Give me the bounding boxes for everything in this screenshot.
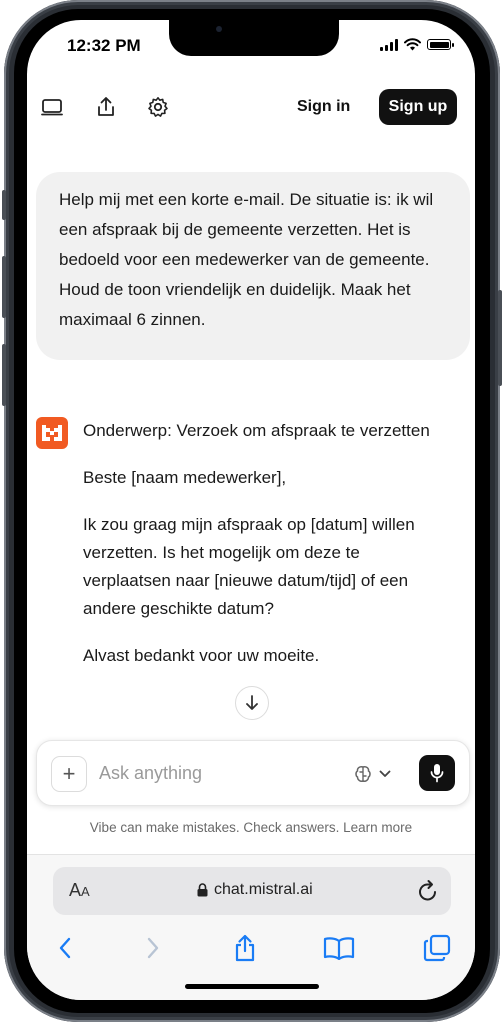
cellular-signal-icon xyxy=(380,38,398,51)
arrow-down-icon xyxy=(246,695,258,710)
assistant-paragraph: Onderwerp: Verzoek om afspraak te verzet… xyxy=(83,421,430,440)
bookmarks-button[interactable] xyxy=(323,933,355,963)
chat-input[interactable] xyxy=(99,761,339,785)
chevron-right-icon xyxy=(147,937,159,959)
aa-large: A xyxy=(69,880,82,900)
assistant-paragraph: Alvast bedankt voor uw moeite. xyxy=(83,646,320,665)
sidebar-icon[interactable] xyxy=(41,96,63,118)
reader-settings-button[interactable]: AA xyxy=(69,880,90,901)
phone-volume-up xyxy=(2,256,6,318)
add-attachment-button[interactable]: + xyxy=(51,756,87,792)
user-message: Help mij met een korte e-mail. De situat… xyxy=(36,172,470,360)
assistant-paragraph: Ik zou graag mijn afspraak op [datum] wi… xyxy=(83,515,415,618)
wifi-icon xyxy=(404,38,421,51)
address-bar[interactable]: AA chat.mistral.ai xyxy=(53,867,451,915)
composer: + xyxy=(36,740,470,806)
sign-in-link[interactable]: Sign in xyxy=(297,98,350,116)
url-display[interactable]: chat.mistral.ai xyxy=(197,881,313,899)
scroll-down-button[interactable] xyxy=(235,686,269,720)
assistant-paragraph: Beste [naam medewerker], xyxy=(83,468,287,487)
notch xyxy=(169,20,339,56)
chevron-left-icon xyxy=(59,937,71,959)
screen: 12:32 PM Sign in Sign up Help mij met ee… xyxy=(27,20,475,1000)
battery-icon xyxy=(427,39,454,50)
tabs-icon xyxy=(423,934,451,962)
reload-button[interactable] xyxy=(417,879,439,908)
share-icon xyxy=(235,934,255,962)
book-icon xyxy=(323,937,355,960)
back-button[interactable] xyxy=(49,933,81,963)
status-icons xyxy=(380,38,454,51)
camera xyxy=(216,26,222,32)
tabs-button[interactable] xyxy=(421,933,453,963)
mistral-logo-icon xyxy=(36,417,68,449)
assistant-message: Onderwerp: Verzoek om afspraak te verzet… xyxy=(83,417,443,689)
share-page-button[interactable] xyxy=(229,933,261,963)
disclaimer: Vibe can make mistakes. Check answers. L… xyxy=(89,820,413,835)
phone-power-button xyxy=(498,290,502,386)
phone-volume-down xyxy=(2,344,6,406)
microphone-button[interactable] xyxy=(419,755,455,791)
home-indicator xyxy=(185,984,319,989)
lock-icon xyxy=(197,883,208,897)
aa-small: A xyxy=(81,884,90,899)
microphone-icon xyxy=(430,764,444,783)
reload-icon xyxy=(419,880,436,901)
url-text: chat.mistral.ai xyxy=(214,881,313,898)
thinking-mode-selector[interactable] xyxy=(353,761,399,787)
forward-button[interactable] xyxy=(137,933,169,963)
brain-icon xyxy=(355,766,371,782)
browser-toolbar: AA chat.mistral.ai xyxy=(27,854,475,1000)
settings-icon[interactable] xyxy=(147,96,169,118)
chevron-down-icon xyxy=(379,770,391,777)
phone-silent-switch xyxy=(2,190,6,220)
share-icon[interactable] xyxy=(95,96,117,118)
status-time: 12:32 PM xyxy=(67,36,141,55)
sign-up-button[interactable]: Sign up xyxy=(379,89,457,125)
